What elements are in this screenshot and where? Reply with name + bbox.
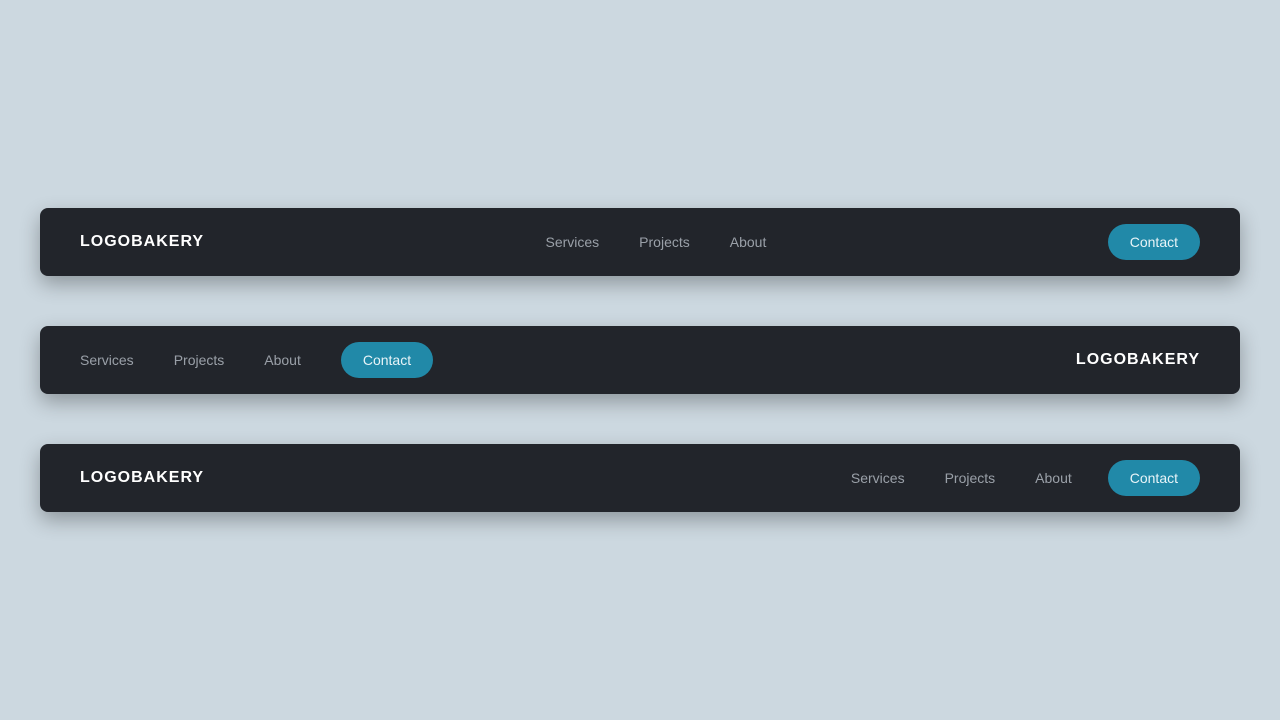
nav-services-1[interactable]: Services — [545, 234, 599, 250]
nav-links-2: Services Projects About Contact — [80, 342, 433, 378]
nav-services-2[interactable]: Services — [80, 352, 134, 368]
nav-projects-1[interactable]: Projects — [639, 234, 690, 250]
contact-button-2[interactable]: Contact — [341, 342, 433, 378]
right-group-3: Services Projects About Contact — [851, 460, 1200, 496]
contact-button-1[interactable]: Contact — [1108, 224, 1200, 260]
nav-services-3[interactable]: Services — [851, 470, 905, 486]
contact-button-3[interactable]: Contact — [1108, 460, 1200, 496]
navbar-3: LOGOBAKERY Services Projects About Conta… — [40, 444, 1240, 512]
nav-projects-3[interactable]: Projects — [945, 470, 996, 486]
nav-links-1: Services Projects About — [545, 234, 766, 250]
nav-links-3: Services Projects About — [851, 470, 1072, 486]
logo-3: LOGOBAKERY — [80, 469, 204, 487]
nav-about-2[interactable]: About — [264, 352, 301, 368]
navbar-1: LOGOBAKERY Services Projects About Conta… — [40, 208, 1240, 276]
navbar-2: Services Projects About Contact LOGOBAKE… — [40, 326, 1240, 394]
nav-projects-2[interactable]: Projects — [174, 352, 225, 368]
logo-2: LOGOBAKERY — [1076, 351, 1200, 369]
logo-1: LOGOBAKERY — [80, 233, 204, 251]
nav-about-1[interactable]: About — [730, 234, 767, 250]
nav-about-3[interactable]: About — [1035, 470, 1072, 486]
